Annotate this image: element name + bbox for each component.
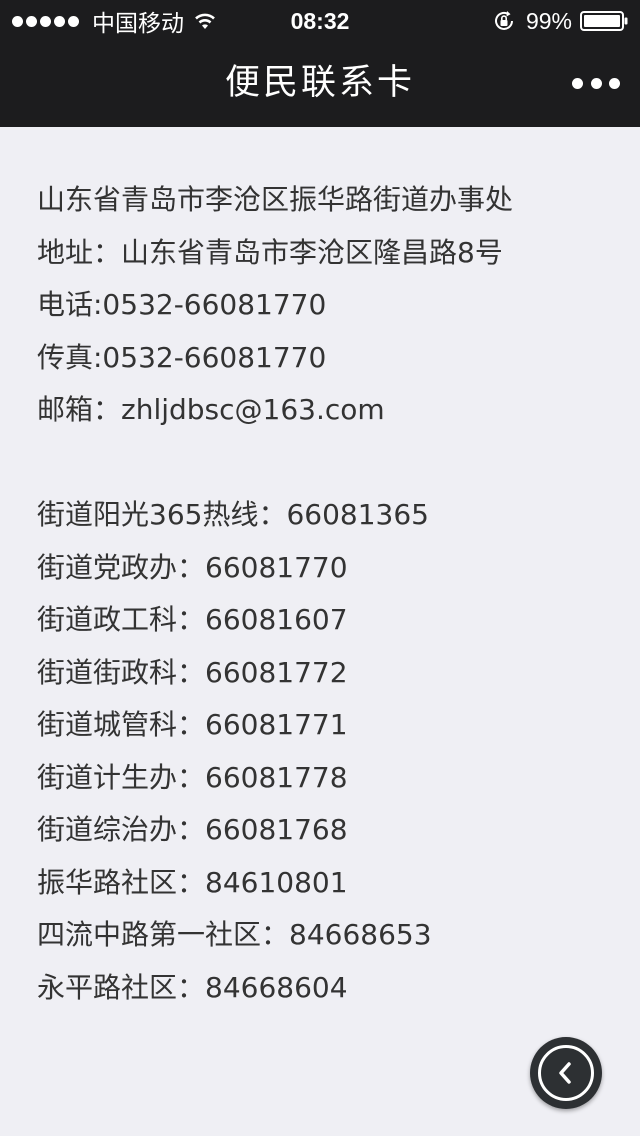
more-dot-icon [572, 77, 583, 89]
hotline-item: 街道计生办：66081778 [37, 760, 348, 794]
more-dot-icon [609, 77, 620, 89]
hotline-item: 振华路社区：84610801 [37, 865, 348, 899]
back-ring [538, 1045, 594, 1101]
back-button[interactable] [530, 1037, 602, 1109]
hotline-item: 街道党政办：66081770 [37, 550, 348, 584]
chevron-left-icon [559, 1062, 571, 1084]
status-right: 99% [492, 8, 628, 34]
fax-line: 传真:0532-66081770 [37, 340, 327, 374]
hotline-item: 街道政工科：66081607 [37, 603, 348, 636]
nav-bar: 便民联系卡 [0, 40, 640, 127]
rotation-lock-icon [494, 11, 513, 30]
hotline-item: 四流中路第一社区：84668653 [37, 918, 432, 951]
status-bar: 中国移动 08:32 99% [0, 0, 640, 40]
hotline-item: 街道阳光365热线：66081365 [37, 498, 429, 531]
phone-line: 电话:0532-66081770 [37, 288, 327, 321]
more-options-button[interactable] [572, 68, 620, 98]
hotline-item: 街道城管科：66081771 [37, 708, 348, 741]
address-line: 地址：山东省青岛市李沧区隆昌路8号 [37, 235, 503, 269]
page-title: 便民联系卡 [224, 63, 415, 103]
contact-card-content: 山东省青岛市李沧区振华路街道办事处 地址：山东省青岛市李沧区隆昌路8号 电话:0… [37, 177, 627, 1017]
hotline-item: 永平路社区：84668604 [37, 970, 348, 1004]
hotline-item: 街道街政科：66081772 [37, 655, 348, 689]
email-line: 邮箱：zhljdbsc@163.com [37, 393, 385, 426]
hotline-item: 街道综治办：66081768 [37, 813, 348, 846]
battery-percentage: 99% [525, 7, 572, 34]
organization-name: 山东省青岛市李沧区振华路街道办事处 [37, 183, 514, 216]
battery-icon [580, 11, 628, 31]
more-dot-icon [590, 77, 602, 89]
